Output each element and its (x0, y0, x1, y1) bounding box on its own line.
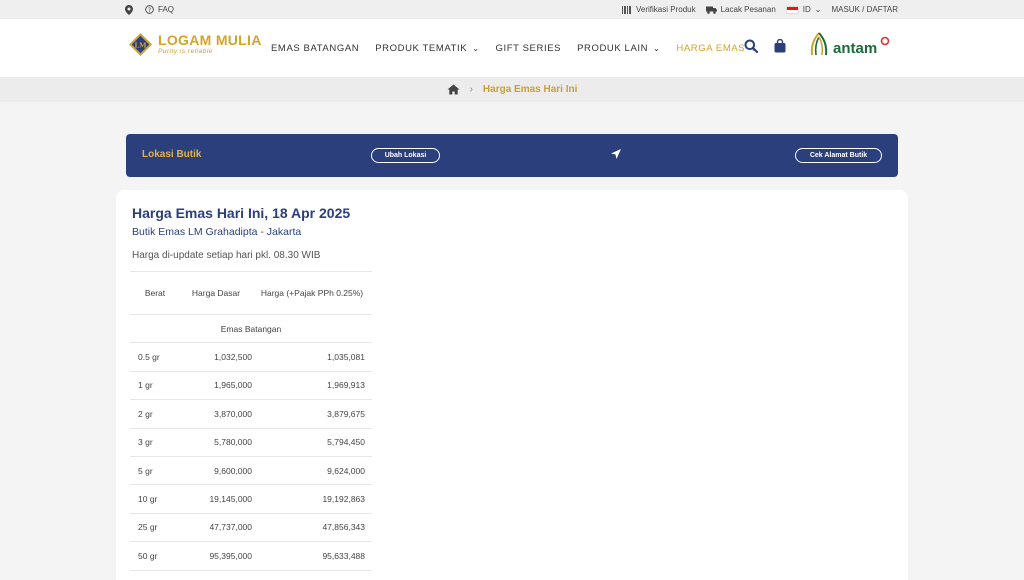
verify-product-link[interactable]: Verifikasi Produk (622, 5, 696, 14)
antam-wordmark: antam (833, 39, 878, 57)
antam-ring-icon (880, 36, 890, 46)
search-icon[interactable] (744, 39, 758, 53)
nav-produk-tematik[interactable]: PRODUK TEMATIK ⌄ (375, 43, 479, 54)
chevron-down-icon: ⌄ (653, 43, 661, 53)
price-table: Berat Harga Dasar Harga (+Pajak PPh 0.25… (130, 271, 372, 571)
home-icon[interactable] (447, 84, 460, 95)
nav-gift-series[interactable]: GIFT SERIES (496, 43, 562, 54)
location-arrow-icon[interactable] (610, 148, 622, 160)
top-bar-left: ? FAQ (125, 0, 174, 19)
table-row: 10 gr 19,145,000 19,192,863 (130, 484, 372, 514)
faq-link[interactable]: ? FAQ (145, 5, 174, 14)
store-location-label: Lokasi Butik (142, 149, 202, 160)
chevron-down-icon: ⌄ (472, 43, 480, 53)
price-with-tax-cell: 5,794,450 (252, 428, 372, 457)
login-register-link[interactable]: MASUK / DAFTAR (831, 5, 898, 14)
weight-cell: 0.5 gr (130, 342, 180, 372)
price-with-tax-cell: 3,879,675 (252, 399, 372, 429)
table-row: 50 gr 95,395,000 95,633,488 (130, 541, 372, 571)
base-price-cell: 47,737,000 (180, 513, 252, 543)
top-bar: ? FAQ Verifikasi Produk Lacak Pesanan ID… (0, 0, 1024, 19)
verify-product-label: Verifikasi Produk (636, 5, 696, 14)
check-store-address-button[interactable]: Cek Alamat Butik (795, 148, 882, 163)
breadcrumb: › Harga Emas Hari Ini (0, 77, 1024, 102)
base-price-cell: 1,032,500 (180, 342, 252, 372)
language-label: ID (802, 5, 811, 14)
nav-label: EMAS BATANGAN (271, 42, 360, 54)
nav-produk-lain[interactable]: PRODUK LAIN ⌄ (577, 43, 660, 54)
barcode-icon (622, 5, 632, 14)
question-circle-icon: ? (145, 5, 154, 14)
language-selector[interactable]: ID ⌄ (785, 5, 822, 14)
logo-text: LOGAM MULIA Purity is reliable (158, 33, 262, 56)
top-bar-right: Verifikasi Produk Lacak Pesanan ID ⌄ MAS… (622, 0, 898, 19)
table-header-row: Berat Harga Dasar Harga (+Pajak PPh 0.25… (130, 271, 372, 315)
chevron-down-icon: ⌄ (814, 5, 822, 14)
price-with-tax-cell: 47,856,343 (252, 513, 372, 543)
track-order-label: Lacak Pesanan (720, 5, 776, 14)
faq-label: FAQ (158, 5, 175, 14)
main-nav: EMAS BATANGAN PRODUK TEMATIK ⌄ GIFT SERI… (271, 19, 758, 77)
update-note: Harga di-update setiap hari pkl. 08.30 W… (132, 250, 321, 261)
base-price-cell: 95,395,000 (180, 541, 252, 571)
shopping-bag-icon[interactable] (774, 39, 786, 53)
weight-cell: 25 gr (130, 513, 180, 543)
table-row: 1 gr 1,965,000 1,969,913 (130, 371, 372, 401)
nav-label: GIFT SERIES (495, 42, 562, 54)
table-row: 25 gr 47,737,000 47,856,343 (130, 513, 372, 543)
logo-name-part-2: MULIA (215, 32, 262, 49)
category-row: Emas Batangan (130, 314, 372, 344)
location-pin-icon[interactable] (125, 4, 133, 15)
nav-label: PRODUK TEMATIK (375, 42, 468, 54)
table-row: 2 gr 3,870,000 3,879,675 (130, 399, 372, 429)
base-price-cell: 19,145,000 (180, 484, 252, 514)
logo-name: LOGAM MULIA (158, 33, 262, 47)
price-card-title: Harga Emas Hari Ini, 18 Apr 2025 (132, 205, 351, 221)
nav-label: PRODUK LAIN (577, 42, 649, 54)
weight-cell: 5 gr (130, 456, 180, 486)
header-base-price: Harga Dasar (180, 271, 252, 315)
nav-label: HARGA EMAS (676, 42, 746, 54)
table-row: 5 gr 9,600,000 9,624,000 (130, 456, 372, 486)
base-price-cell: 9,600,000 (180, 456, 252, 486)
breadcrumb-current: Harga Emas Hari Ini (482, 84, 578, 95)
price-with-tax-cell: 1,969,913 (252, 371, 372, 401)
svg-text:?: ? (148, 7, 151, 14)
header-price-with-tax: Harga (+Pajak PPh 0.25%) (252, 271, 372, 315)
weight-cell: 10 gr (130, 484, 180, 514)
table-row: 3 gr 5,780,000 5,794,450 (130, 428, 372, 457)
header-weight: Berat (130, 271, 180, 315)
lm-emblem-icon: LM (128, 32, 153, 57)
nav-emas-batangan[interactable]: EMAS BATANGAN (271, 43, 359, 54)
base-price-cell: 3,870,000 (180, 399, 252, 429)
lm-emblem-text: LM (134, 41, 147, 49)
logo-tagline: Purity is reliable (158, 48, 213, 56)
base-price-cell: 5,780,000 (180, 428, 252, 457)
price-card: Harga Emas Hari Ini, 18 Apr 2025 Butik E… (116, 190, 908, 580)
store-location-bar: Lokasi Butik Ubah Lokasi Cek Alamat Buti… (126, 134, 898, 177)
weight-cell: 1 gr (130, 371, 180, 401)
header-actions (744, 39, 786, 53)
chevron-right-icon: › (469, 84, 473, 95)
truck-icon (705, 6, 717, 14)
antam-emblem-icon (810, 32, 828, 56)
price-with-tax-cell: 1,035,081 (252, 342, 372, 372)
indonesia-flag-icon (785, 5, 799, 14)
logo-name-part-1: LOGAM (158, 32, 212, 49)
base-price-cell: 1,965,000 (180, 371, 252, 401)
track-order-link[interactable]: Lacak Pesanan (705, 5, 776, 14)
price-with-tax-cell: 9,624,000 (252, 456, 372, 486)
price-with-tax-cell: 19,192,863 (252, 484, 372, 514)
category-label: Emas Batangan (130, 314, 372, 344)
store-name: Butik Emas LM Grahadipta - Jakarta (132, 226, 302, 238)
logam-mulia-logo[interactable]: LM LOGAM MULIA Purity is reliable (128, 32, 262, 57)
weight-cell: 50 gr (130, 541, 180, 571)
price-with-tax-cell: 95,633,488 (252, 541, 372, 571)
main-header: LM LOGAM MULIA Purity is reliable EMAS B… (0, 19, 1024, 77)
table-row: 0.5 gr 1,032,500 1,035,081 (130, 342, 372, 372)
weight-cell: 3 gr (130, 428, 180, 457)
change-location-button[interactable]: Ubah Lokasi (371, 148, 440, 163)
weight-cell: 2 gr (130, 399, 180, 429)
antam-logo[interactable]: antam (808, 31, 890, 57)
